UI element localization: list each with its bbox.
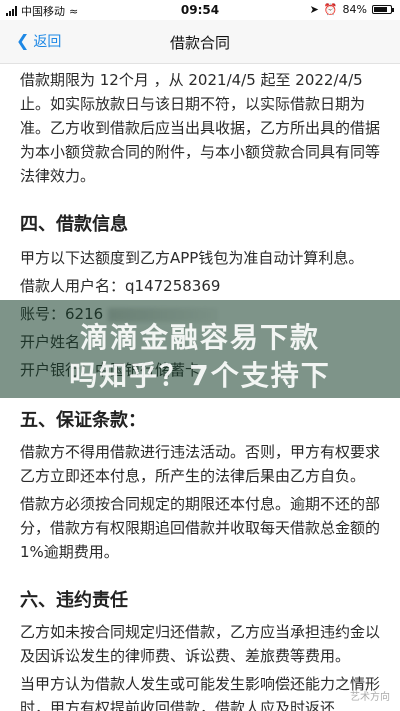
auto-interest-line: 甲方以下达额度到乙方APP钱包为准自动计算利息。 (20, 249, 364, 267)
section-heading-guarantee: 五、保证条款： (20, 410, 146, 431)
account-holder-label: 开户姓名 (20, 333, 81, 351)
breach-paragraph-2: 当甲方认为借款人发生或可能发生影响偿还能力之情形时，甲方有权提前收回借款，借款人… (20, 675, 381, 711)
battery-icon (372, 5, 394, 14)
battery-fill (374, 7, 388, 12)
section-heading-loan-info: 四、借款信息 (20, 214, 128, 235)
guarantee-paragraph-1: 借款方不得用借款进行违法活动。否则，甲方有权要求乙方立即还本付息，所产生的法律后… (20, 443, 381, 485)
section-heading-breach: 六、违约责任 (20, 590, 128, 611)
location-icon: ➤ (309, 3, 319, 16)
account-value: 6216 (65, 305, 104, 323)
masked-account-digits (107, 307, 218, 322)
account-holder-row: 开户姓名 (20, 328, 380, 356)
alarm-icon: ⏰ (323, 3, 338, 16)
page-title: 借款合同 (169, 34, 230, 52)
breach-paragraph-1: 乙方如未按合同规定归还借款，乙方应当承担违约金以及因诉讼发生的律师费、诉讼费、差… (20, 623, 381, 665)
bank-value: 中国银行储蓄卡 (95, 361, 201, 379)
bank-label: 开户银行： (20, 361, 96, 379)
borrower-username-row: 借款人用户名：q147258369 (20, 272, 380, 300)
status-right: ➤ ⏰ 84% (309, 3, 394, 16)
status-bar: 中国移动 ≈ 09:54 ➤ ⏰ 84% (0, 0, 400, 20)
intro-paragraph: 借款期限为 12个月 ，从 2021/4/5 起至 2022/4/5 止。如实际… (20, 71, 381, 185)
battery-percent: 84% (342, 3, 367, 16)
guarantee-paragraph-2: 借款方必须按合同规定的期限还本付息。逾期不还的部分，借款方有权限期追回借款并收取… (20, 495, 381, 561)
account-label: 账号： (20, 305, 66, 323)
username-value: q147258369 (125, 277, 221, 295)
account-row: 账号：6216 (20, 300, 380, 328)
username-label: 借款人用户名： (20, 277, 126, 295)
bank-row: 开户银行：中国银行储蓄卡 (20, 356, 380, 384)
watermark: 艺术方向 (350, 692, 390, 703)
contract-content[interactable]: 借款期限为 12个月 ，从 2021/4/5 起至 2022/4/5 止。如实际… (0, 64, 400, 711)
navigation-bar: ❮ 返回 借款合同 (0, 20, 400, 64)
